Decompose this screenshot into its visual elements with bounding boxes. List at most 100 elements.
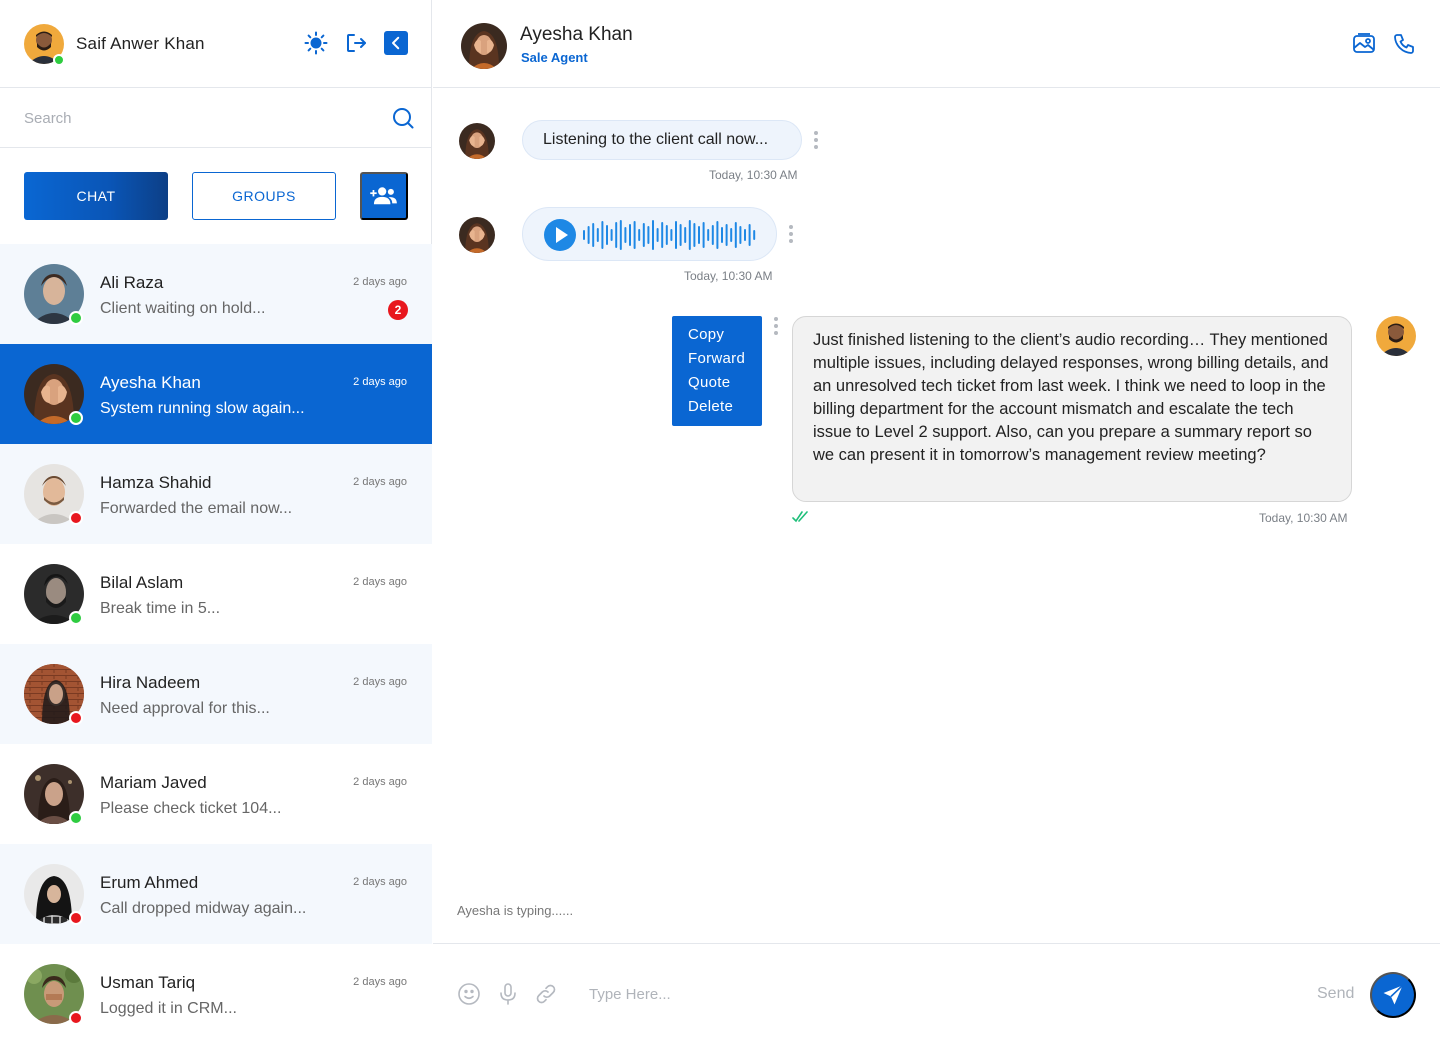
read-receipt-icon (792, 511, 808, 523)
waveform-bar (656, 228, 659, 242)
waveform-bar (606, 225, 608, 245)
contact-item[interactable]: Bilal Aslam Break time in 5... 2 days ago (0, 544, 432, 644)
presence-dot (69, 711, 83, 725)
waveform-bar (638, 229, 641, 241)
incoming-audio-bubble (522, 207, 777, 261)
message-options-icon[interactable] (789, 225, 793, 246)
waveform-bar (592, 223, 595, 247)
contact-item[interactable]: Hamza Shahid Forwarded the email now... 2 … (0, 444, 432, 544)
contact-item[interactable]: Hira Nadeem Need approval for this... 2 da… (0, 644, 432, 744)
waveform-bar (670, 229, 673, 241)
waveform-bar (615, 222, 618, 248)
contact-item[interactable]: Erum Ahmed Call dropped midway again... 2 … (0, 844, 432, 944)
sidebar-header: Saif Anwer Khan (0, 0, 432, 88)
message-text: Just finished listening to the client’s … (813, 331, 1329, 464)
contact-timestamp: 2 days ago (353, 876, 407, 888)
waveform-bar (725, 224, 728, 246)
chat-app: Saif Anwer Khan CHAT GROUPS Ali Raza Clie… (0, 0, 1440, 1044)
message-sender-avatar (459, 217, 495, 253)
contact-item[interactable]: Usman Tariq Logged it in CRM... 2 days ago (0, 944, 432, 1044)
presence-dot (69, 1011, 83, 1025)
waveform-bar (679, 224, 682, 246)
contact-timestamp: 2 days ago (353, 976, 407, 988)
search-bar (0, 88, 432, 148)
outgoing-text-bubble[interactable]: Just finished listening to the client’s … (792, 316, 1352, 502)
waveform-bar (633, 221, 636, 249)
presence-dot (69, 911, 83, 925)
microphone-icon[interactable] (496, 982, 520, 1006)
search-input[interactable] (24, 106, 374, 130)
contact-name: Mariam Javed (100, 773, 207, 792)
current-user-presence-dot (53, 54, 65, 66)
current-user-name: Saif Anwer Khan (76, 34, 205, 53)
waveform-bar (661, 222, 664, 248)
peer-role: Sale Agent (521, 50, 588, 65)
presence-dot (69, 811, 83, 825)
contact-last-message: System running slow again... (100, 400, 305, 417)
message-timestamp: Today, 10:30 AM (684, 269, 773, 283)
waveform-bar (601, 221, 604, 249)
waveform-bar (624, 227, 627, 243)
presence-dot (69, 411, 83, 425)
logout-icon[interactable] (343, 30, 369, 56)
contact-timestamp: 2 days ago (353, 776, 407, 788)
waveform-bar (642, 223, 645, 247)
add-contact-button[interactable] (360, 172, 408, 220)
audio-waveform[interactable] (581, 218, 761, 252)
phone-icon[interactable] (1392, 32, 1416, 56)
contact-name: Hamza Shahid (100, 473, 212, 492)
groups-tab-button[interactable]: GROUPS (192, 172, 336, 220)
play-icon[interactable] (543, 218, 577, 252)
message-context-menu: Copy Forward Quote Delete (672, 316, 762, 426)
contact-item[interactable]: Mariam Javed Please check ticket 104... 2 … (0, 744, 432, 844)
contact-name: Ali Raza (100, 273, 164, 292)
context-menu-delete[interactable]: Delete (688, 396, 762, 420)
contact-item[interactable]: Ayesha Khan System running slow again... 2… (0, 344, 432, 444)
sun-icon[interactable] (303, 30, 329, 56)
contact-name: Usman Tariq (100, 973, 196, 992)
contact-timestamp: 2 days ago (353, 276, 407, 288)
attachment-link-icon[interactable] (534, 982, 558, 1006)
peer-avatar[interactable] (461, 23, 507, 69)
send-paper-plane-icon (1383, 984, 1404, 1005)
contact-item[interactable]: Ali Raza Client waiting on hold... 2 days … (0, 244, 432, 344)
send-label[interactable]: Send (1317, 985, 1354, 1003)
context-menu-forward[interactable]: Forward (688, 348, 762, 372)
waveform-bar (734, 222, 737, 248)
sidebar: Saif Anwer Khan CHAT GROUPS Ali Raza Clie… (0, 0, 432, 1044)
context-menu-quote[interactable]: Quote (688, 372, 762, 396)
chat-header: Ayesha Khan Sale Agent (433, 0, 1440, 88)
send-button[interactable] (1370, 972, 1416, 1018)
waveform-bar (748, 224, 751, 246)
incoming-text-bubble[interactable]: Listening to the client call now... (522, 120, 802, 160)
emoji-icon[interactable] (457, 982, 481, 1006)
contact-name: Hira Nadeem (100, 673, 201, 692)
contact-timestamp: 2 days ago (353, 576, 407, 588)
presence-dot (69, 511, 83, 525)
waveform-bar (716, 221, 719, 249)
waveform-bar (707, 229, 710, 241)
contact-timestamp: 2 days ago (353, 376, 407, 388)
collapse-sidebar-button[interactable] (384, 31, 408, 55)
contact-last-message: Please check ticket 104... (100, 800, 282, 817)
peer-name: Ayesha Khan (520, 24, 633, 45)
media-gallery-icon[interactable] (1352, 32, 1376, 56)
my-message-avatar (1376, 316, 1416, 356)
waveform-bar (739, 226, 742, 244)
chat-tab-button[interactable]: CHAT (24, 172, 168, 220)
waveform-bar (744, 229, 746, 241)
message-timestamp: Today, 10:30 AM (1259, 511, 1348, 525)
waveform-bar (587, 226, 590, 244)
waveform-bar (629, 224, 631, 246)
contact-last-message: Client waiting on hold... (100, 300, 266, 317)
context-menu-copy[interactable]: Copy (688, 324, 762, 348)
waveform-bar (665, 225, 668, 245)
message-options-icon[interactable] (774, 317, 778, 338)
message-input[interactable] (589, 982, 1189, 1006)
presence-dot (69, 311, 83, 325)
search-icon[interactable] (391, 106, 415, 130)
waveform-bar (610, 229, 613, 241)
message-options-icon[interactable] (814, 131, 818, 152)
waveform-bar (675, 221, 677, 249)
message-composer: Send (433, 943, 1440, 1044)
